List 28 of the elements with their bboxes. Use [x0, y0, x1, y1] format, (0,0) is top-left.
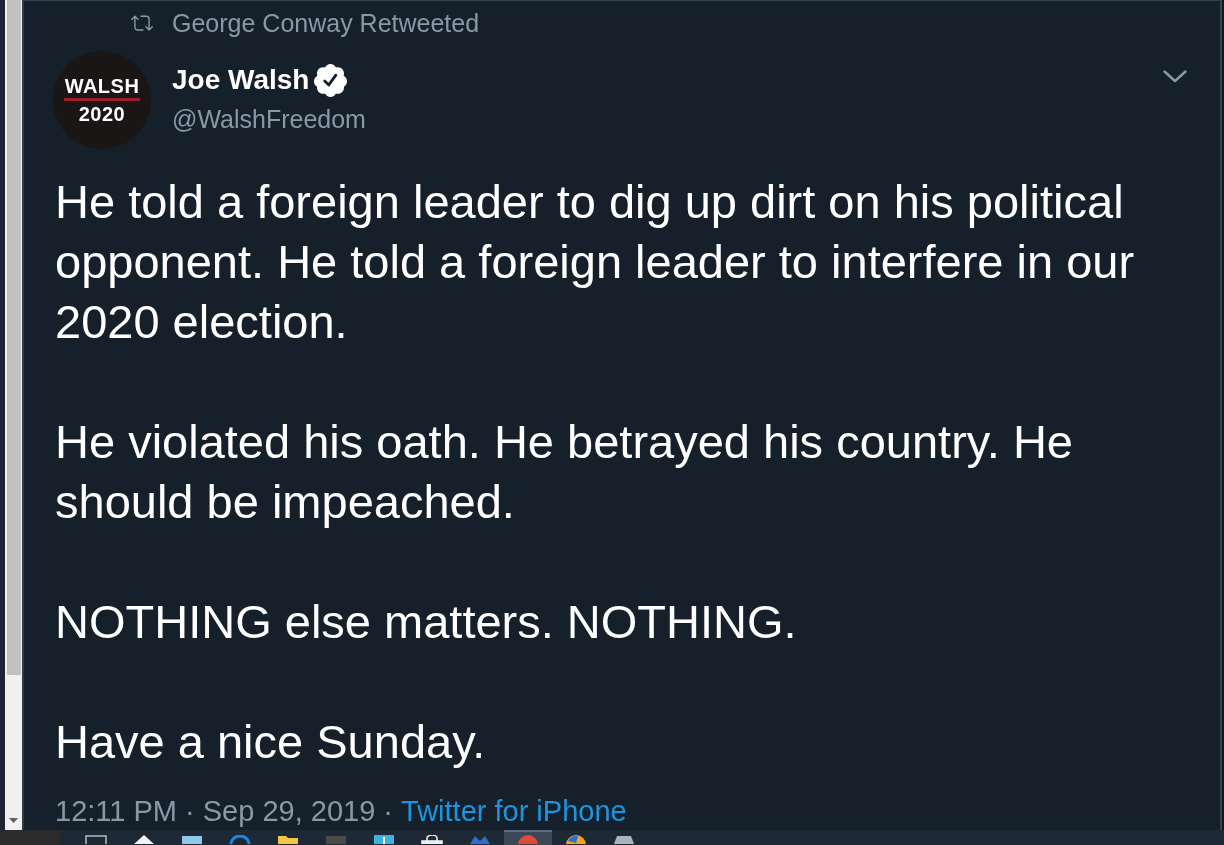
avatar-logo-text: 2020: [78, 103, 126, 125]
tile-icon: [325, 835, 347, 844]
retweeted-by-label: George Conway Retweeted: [172, 8, 480, 38]
tweet-text: Have a nice Sunday.: [55, 714, 487, 770]
tweet-timestamp[interactable]: 12:11 PM · Sep 29, 2019 ·: [55, 794, 393, 828]
tile-icon: [373, 835, 395, 844]
author-handle[interactable]: @WalshFreedom: [172, 104, 366, 134]
tweet-text: NOTHING else matters. NOTHING.: [55, 594, 798, 650]
house-icon: [133, 835, 155, 844]
peaks-icon: [469, 835, 491, 844]
bag-icon: [421, 835, 443, 844]
ring-icon: [229, 835, 251, 844]
scrollbar[interactable]: [5, 0, 24, 830]
globe-icon: [565, 835, 587, 844]
taskbar-start-area[interactable]: [0, 830, 60, 845]
avatar-logo[interactable]: WALSH 2020: [53, 51, 151, 149]
source-link[interactable]: Twitter for iPhone: [401, 794, 627, 828]
tweet-text: He told a foreign leader to dig up dirt on his political opponent. He told a foreign leader to interfere in our 2020 election.: [55, 174, 1136, 350]
frame-icon: [85, 835, 107, 844]
scroll-down-arrow-icon[interactable]: [9, 818, 18, 823]
window-icon: [181, 835, 203, 844]
avatar-logo-text: WALSH: [64, 75, 140, 97]
tweet-text: He violated his oath. He betrayed his country. He should be impeached.: [55, 414, 1074, 530]
chevron-down-icon: [1163, 69, 1187, 83]
scrollbar-thumb[interactable]: [6, 0, 21, 675]
tile-icon: [613, 835, 635, 844]
author-name[interactable]: Joe Walsh: [172, 63, 310, 97]
folder-icon: [277, 835, 299, 844]
